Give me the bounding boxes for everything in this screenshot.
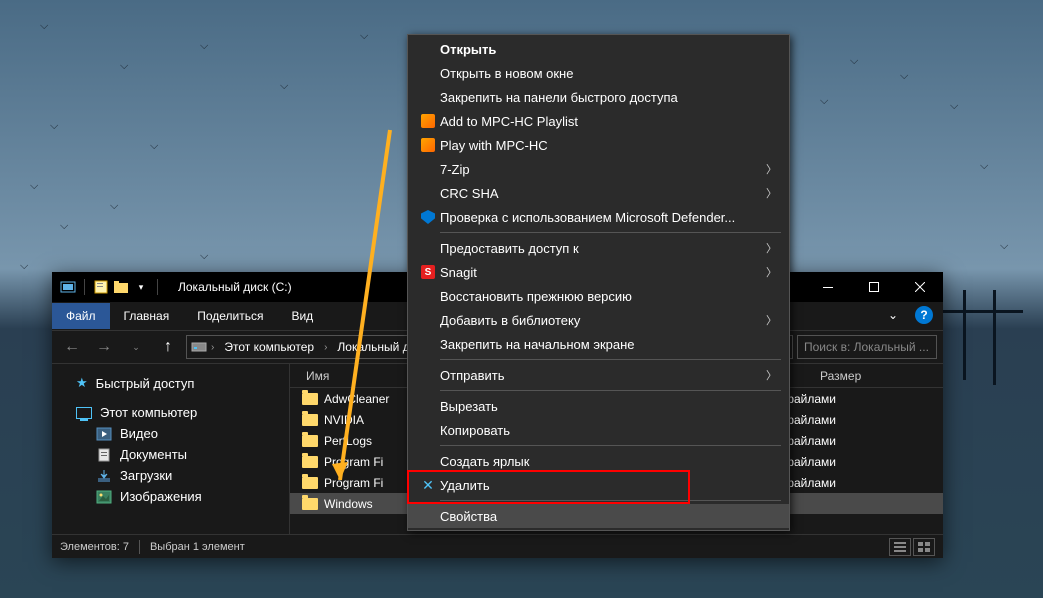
col-size[interactable]: Размер	[820, 369, 900, 383]
chevron-right-icon: 〉	[766, 264, 781, 280]
folder-icon	[302, 498, 318, 510]
menu-defender-scan[interactable]: Проверка с использованием Microsoft Defe…	[408, 205, 789, 229]
menu-send-to[interactable]: Отправить〉	[408, 363, 789, 387]
context-menu: Открыть Открыть в новом окне Закрепить н…	[407, 34, 790, 531]
status-selected: Выбран 1 элемент	[150, 541, 245, 553]
menu-separator	[440, 445, 781, 446]
minimize-button[interactable]	[805, 272, 851, 302]
tab-home[interactable]: Главная	[110, 303, 184, 329]
menu-separator	[440, 500, 781, 501]
ribbon-expand-icon[interactable]: ⌄	[883, 308, 903, 322]
recent-dropdown-icon[interactable]: ⌄	[122, 335, 150, 359]
sidebar-quick-access[interactable]: ★ Быстрый доступ	[52, 372, 289, 394]
folder-icon	[302, 393, 318, 405]
menu-restore-previous[interactable]: Восстановить прежнюю версию	[408, 284, 789, 308]
menu-separator	[440, 390, 781, 391]
sidebar-label: Этот компьютер	[100, 405, 197, 420]
chevron-right-icon: 〉	[766, 185, 781, 201]
qat-properties-icon[interactable]	[93, 279, 109, 295]
maximize-button[interactable]	[851, 272, 897, 302]
download-icon	[96, 469, 112, 483]
menu-copy[interactable]: Копировать	[408, 418, 789, 442]
menu-pin-quick-access[interactable]: Закрепить на панели быстрого доступа	[408, 85, 789, 109]
qat-dropdown-icon[interactable]: ▾	[133, 279, 149, 295]
chevron-right-icon: 〉	[766, 367, 781, 383]
sidebar-label: Загрузки	[120, 468, 172, 483]
search-input[interactable]: Поиск в: Локальный ...	[797, 335, 937, 359]
folder-icon	[302, 435, 318, 447]
folder-icon	[302, 414, 318, 426]
drive-icon	[191, 341, 207, 353]
sidebar-label: Изображения	[120, 489, 202, 504]
chevron-right-icon: 〉	[766, 312, 781, 328]
folder-icon	[302, 456, 318, 468]
close-button[interactable]	[897, 272, 943, 302]
menu-crc-sha[interactable]: CRC SHA〉	[408, 181, 789, 205]
menu-play-mpc[interactable]: Play with MPC-HC	[408, 133, 789, 157]
view-large-button[interactable]	[913, 538, 935, 556]
back-button[interactable]: ←	[58, 335, 86, 359]
explorer-app-icon	[60, 279, 76, 295]
menu-delete[interactable]: ✕Удалить	[408, 473, 789, 497]
sidebar-label: Документы	[120, 447, 187, 462]
menu-give-access[interactable]: Предоставить доступ к〉	[408, 236, 789, 260]
folder-icon	[302, 477, 318, 489]
delete-icon: ✕	[422, 477, 434, 494]
menu-pin-start[interactable]: Закрепить на начальном экране	[408, 332, 789, 356]
menu-open[interactable]: Открыть	[408, 37, 789, 61]
help-icon[interactable]: ?	[915, 306, 933, 324]
snagit-icon: S	[421, 265, 435, 279]
pc-icon	[76, 407, 92, 419]
tab-share[interactable]: Поделиться	[183, 303, 277, 329]
mpc-icon	[421, 114, 435, 128]
menu-properties[interactable]: Свойства	[408, 504, 789, 528]
tab-view[interactable]: Вид	[277, 303, 327, 329]
menu-add-mpc-playlist[interactable]: Add to MPC-HC Playlist	[408, 109, 789, 133]
mpc-icon	[421, 138, 435, 152]
document-icon	[96, 448, 112, 462]
sidebar-label: Видео	[120, 426, 158, 441]
sidebar-downloads[interactable]: Загрузки	[52, 465, 289, 486]
up-button[interactable]: ↑	[154, 335, 182, 359]
window-title: Локальный диск (C:)	[178, 280, 292, 294]
menu-snagit[interactable]: SSnagit〉	[408, 260, 789, 284]
star-icon: ★	[76, 375, 88, 391]
chevron-right-icon[interactable]: ›	[324, 342, 327, 353]
menu-separator	[440, 232, 781, 233]
sidebar-pictures[interactable]: Изображения	[52, 486, 289, 507]
sidebar-label: Быстрый доступ	[96, 376, 195, 391]
forward-button[interactable]: →	[90, 335, 118, 359]
menu-separator	[440, 359, 781, 360]
shield-icon	[421, 210, 435, 224]
navigation-pane: ★ Быстрый доступ Этот компьютер Видео До…	[52, 364, 290, 534]
crumb-this-pc[interactable]: Этот компьютер	[218, 338, 320, 356]
chevron-right-icon[interactable]: ›	[211, 342, 214, 353]
status-bar: Элементов: 7 Выбран 1 элемент	[52, 534, 943, 558]
view-details-button[interactable]	[889, 538, 911, 556]
picture-icon	[96, 490, 112, 504]
sidebar-this-pc[interactable]: Этот компьютер	[52, 402, 289, 423]
sidebar-videos[interactable]: Видео	[52, 423, 289, 444]
sidebar-documents[interactable]: Документы	[52, 444, 289, 465]
menu-open-new-window[interactable]: Открыть в новом окне	[408, 61, 789, 85]
qat-new-folder-icon[interactable]	[113, 279, 129, 295]
chevron-right-icon: 〉	[766, 240, 781, 256]
menu-7zip[interactable]: 7-Zip〉	[408, 157, 789, 181]
menu-add-library[interactable]: Добавить в библиотеку〉	[408, 308, 789, 332]
tab-file[interactable]: Файл	[52, 303, 110, 329]
menu-create-shortcut[interactable]: Создать ярлык	[408, 449, 789, 473]
menu-cut[interactable]: Вырезать	[408, 394, 789, 418]
chevron-right-icon: 〉	[766, 161, 781, 177]
video-icon	[96, 427, 112, 441]
status-count: Элементов: 7	[60, 541, 129, 553]
